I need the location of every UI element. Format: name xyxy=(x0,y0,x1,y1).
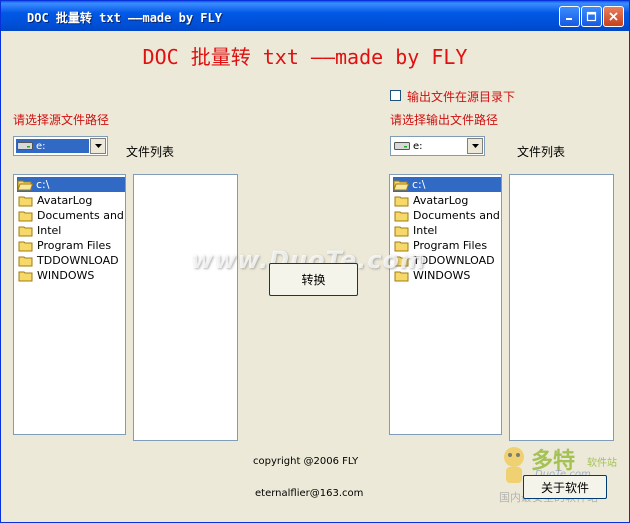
convert-button[interactable]: 转换 xyxy=(269,263,358,296)
output-in-source-label: 输出文件在源目录下 xyxy=(407,90,516,104)
list-item[interactable]: Documents and S xyxy=(394,208,501,223)
minimize-button[interactable] xyxy=(559,6,580,27)
output-file-list-label: 文件列表 xyxy=(517,145,566,159)
source-file-list-label: 文件列表 xyxy=(126,145,175,159)
output-file-list[interactable] xyxy=(509,174,614,441)
folder-icon xyxy=(394,196,409,206)
folder-icon xyxy=(18,271,33,281)
source-drive-dropdown-button[interactable] xyxy=(90,138,106,154)
list-item[interactable]: TDDOWNLOAD xyxy=(18,253,119,268)
chevron-down-icon xyxy=(471,144,479,148)
list-item[interactable]: AvatarLog xyxy=(394,193,468,208)
list-item[interactable]: AvatarLog xyxy=(18,193,92,208)
chevron-down-icon xyxy=(94,144,102,148)
folder-icon xyxy=(18,196,33,206)
folder-icon xyxy=(394,211,409,221)
output-drive-dropdown-button[interactable] xyxy=(467,138,483,154)
list-item[interactable]: Intel xyxy=(394,223,437,238)
close-icon xyxy=(609,12,618,21)
folder-icon xyxy=(18,211,33,221)
output-drive-select[interactable]: e: xyxy=(390,136,485,156)
app-heading: DOC 批量转 txt ——made by FLY xyxy=(142,45,468,69)
folder-icon xyxy=(18,226,33,236)
source-directory-list[interactable]: c:\ AvatarLog Documents and S Intel Prog… xyxy=(13,174,126,435)
output-drive-value: e: xyxy=(393,139,466,153)
output-directory-list[interactable]: c:\ AvatarLog Documents and S Intel Prog… xyxy=(389,174,502,435)
list-item[interactable]: Program Files xyxy=(18,238,111,253)
about-button[interactable]: 关于软件 xyxy=(523,475,607,499)
drive-icon xyxy=(394,142,410,150)
list-item[interactable]: Documents and S xyxy=(18,208,125,223)
copyright-text: copyright @2006 FLY xyxy=(253,456,359,467)
source-drive-value: e: xyxy=(16,139,89,153)
source-path-label: 请选择源文件路径 xyxy=(13,113,110,127)
open-folder-icon xyxy=(17,180,33,190)
email-text: eternalflier@163.com xyxy=(255,488,364,499)
output-drive-text: e: xyxy=(413,140,423,152)
main-window: DOC 批量转 txt ——made by FLY DOC 批量转 txt ——… xyxy=(0,0,630,523)
title-bar[interactable]: DOC 批量转 txt ——made by FLY xyxy=(1,1,629,31)
maximize-icon xyxy=(586,11,597,22)
source-drive-text: e: xyxy=(36,140,46,152)
window-title: DOC 批量转 txt ——made by FLY xyxy=(27,11,222,25)
output-path-label: 请选择输出文件路径 xyxy=(390,113,499,127)
minimize-icon xyxy=(566,18,572,20)
list-item[interactable]: c:\ xyxy=(17,177,125,192)
source-drive-select[interactable]: e: xyxy=(13,136,108,156)
open-folder-icon xyxy=(393,180,409,190)
drive-icon xyxy=(17,142,33,150)
source-file-list[interactable] xyxy=(133,174,238,441)
output-in-source-checkbox[interactable] xyxy=(390,90,401,101)
folder-icon xyxy=(18,241,33,251)
watermark-logo-small: 软件站 xyxy=(587,458,617,469)
list-item[interactable]: WINDOWS xyxy=(18,268,94,283)
maximize-button[interactable] xyxy=(581,6,602,27)
folder-icon xyxy=(394,226,409,236)
list-item[interactable]: Intel xyxy=(18,223,61,238)
list-item[interactable]: c:\ xyxy=(393,177,501,192)
close-button[interactable] xyxy=(603,6,624,27)
folder-icon xyxy=(18,256,33,266)
